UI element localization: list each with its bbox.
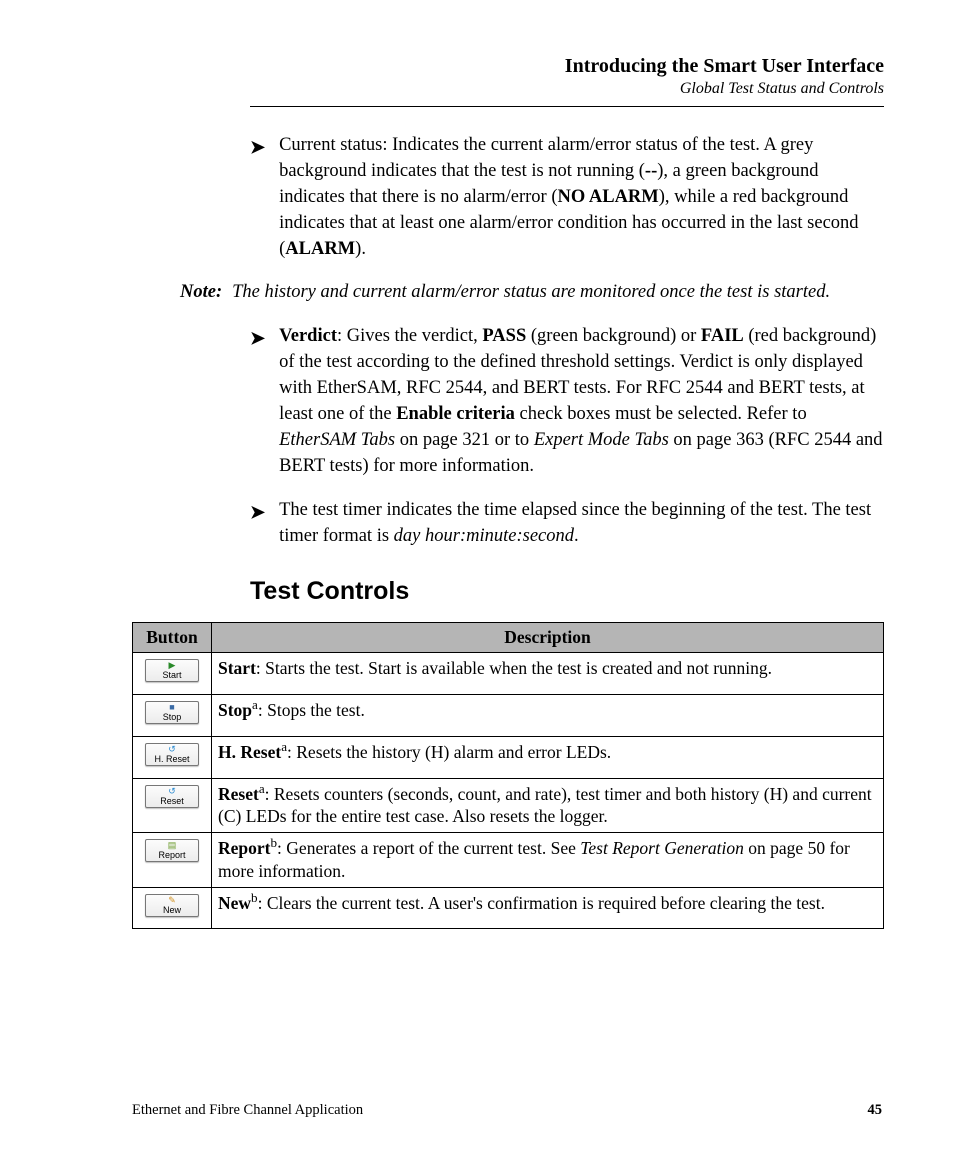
desc-report: Reportb: Generates a report of the curre… <box>212 833 884 888</box>
new-button[interactable]: ✎ New <box>145 894 199 917</box>
new-icon: ✎ <box>152 896 192 905</box>
bullet-test-timer: ➤ The test timer indicates the time elap… <box>250 498 884 550</box>
stop-button[interactable]: ■ Stop <box>145 701 199 724</box>
button-label: Stop <box>163 712 182 722</box>
text-fail: FAIL <box>701 326 744 346</box>
desc-reset: Reseta: Resets counters (seconds, count,… <box>212 778 884 833</box>
text-verdict: Verdict <box>279 326 337 346</box>
bullet-verdict: ➤ Verdict: Gives the verdict, PASS (gree… <box>250 324 884 479</box>
button-label: H. Reset <box>154 754 189 764</box>
button-label: Start <box>162 670 181 680</box>
desc-stop: Stopa: Stops the test. <box>212 695 884 737</box>
desc-start: Start: Starts the test. Start is availab… <box>212 653 884 695</box>
text: . <box>574 526 579 546</box>
col-button: Button <box>133 623 212 653</box>
text-timer-format: day hour:minute:second <box>394 526 574 546</box>
desc-new: Newb: Clears the current test. A user's … <box>212 887 884 929</box>
chapter-title: Introducing the Smart User Interface <box>70 55 884 78</box>
text-pass: PASS <box>482 326 526 346</box>
desc-hreset: H. Reseta: Resets the history (H) alarm … <box>212 736 884 778</box>
report-button[interactable]: ▤ Report <box>145 839 199 862</box>
bullet-current-status: ➤ Current status: Indicates the current … <box>250 133 884 262</box>
note: Note: The history and current alarm/erro… <box>180 280 884 306</box>
text: (green background) or <box>526 326 701 346</box>
arrow-icon: ➤ <box>250 324 265 479</box>
play-icon: ▶ <box>152 661 192 670</box>
button-label: Reset <box>160 796 184 806</box>
table-row: ▶ Start Start: Starts the test. Start is… <box>133 653 884 695</box>
reset-button[interactable]: ↺ Reset <box>145 785 199 808</box>
text: on page 321 or to <box>395 430 534 450</box>
text: check boxes must be selected. Refer to <box>515 404 807 424</box>
note-body: The history and current alarm/error stat… <box>232 280 884 306</box>
heading-test-controls: Test Controls <box>250 577 884 606</box>
h-reset-button[interactable]: ↺ H. Reset <box>145 743 199 766</box>
text-enable: Enable criteria <box>396 404 515 424</box>
arrow-icon: ➤ <box>250 498 265 550</box>
start-button[interactable]: ▶ Start <box>145 659 199 682</box>
stop-icon: ■ <box>152 703 192 712</box>
note-label: Note: <box>180 280 222 306</box>
table-row: ↺ H. Reset H. Reseta: Resets the history… <box>133 736 884 778</box>
report-icon: ▤ <box>152 841 192 850</box>
page-footer: Ethernet and Fibre Channel Application 4… <box>70 1102 884 1119</box>
arrow-icon: ➤ <box>250 133 265 262</box>
table-row: ▤ Report Reportb: Generates a report of … <box>133 833 884 888</box>
link-ethersam-tabs: EtherSAM Tabs <box>279 430 395 450</box>
col-description: Description <box>212 623 884 653</box>
text-alarm: ALARM <box>285 239 355 259</box>
section-title: Global Test Status and Controls <box>70 80 884 98</box>
text-no-alarm: NO ALARM <box>558 187 659 207</box>
table-row: ■ Stop Stopa: Stops the test. <box>133 695 884 737</box>
button-label: Report <box>158 850 185 860</box>
table-row: ↺ Reset Reseta: Resets counters (seconds… <box>133 778 884 833</box>
reset-icon: ↺ <box>152 745 192 754</box>
reset-icon: ↺ <box>152 787 192 796</box>
table-row: ✎ New Newb: Clears the current test. A u… <box>133 887 884 929</box>
text: : Gives the verdict, <box>337 326 482 346</box>
header-rule <box>250 106 884 107</box>
text-dashes: -- <box>645 161 657 181</box>
link-expert-mode-tabs: Expert Mode Tabs <box>534 430 669 450</box>
button-label: New <box>163 905 181 915</box>
footer-product: Ethernet and Fibre Channel Application <box>132 1102 363 1119</box>
page-number: 45 <box>868 1102 883 1119</box>
text: ). <box>355 239 366 259</box>
test-controls-table: Button Description ▶ Start Start: Starts… <box>132 622 884 929</box>
